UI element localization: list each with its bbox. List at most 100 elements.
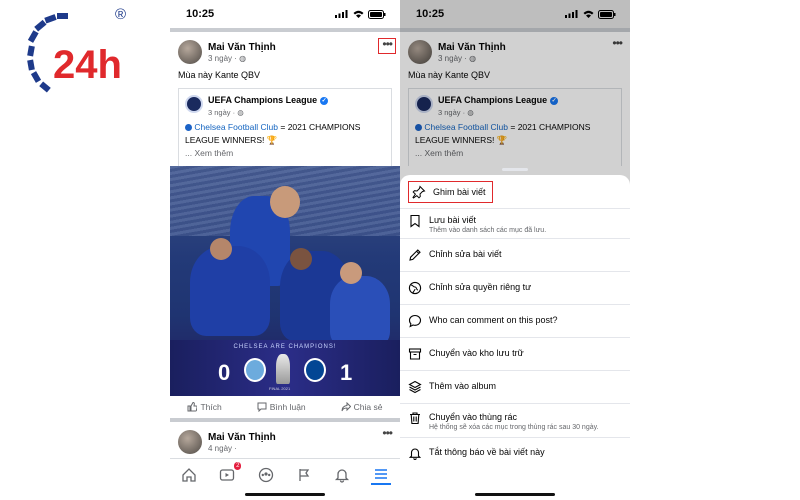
post-time: 3 ngày · [438,54,470,63]
pin-icon [412,185,426,199]
tab-home[interactable] [179,465,199,485]
brand-logo: 24h ® [18,6,128,98]
menu-item-who-can-comment[interactable]: Who can comment on this post? [400,305,630,338]
chelsea-crest-icon [304,358,326,382]
post-meta: 3 ngày · ◍ [438,54,506,64]
hamburger-menu-icon [374,469,387,479]
signal-icon [565,10,578,18]
shared-meta: 3 ngày · ◍ [208,108,385,117]
menu-item-edit-post[interactable]: Chỉnh sửa bài viết [400,239,630,272]
club-link[interactable]: Chelsea Football Club [194,122,278,132]
signal-icon [335,10,348,18]
post-author[interactable]: Mai Văn Thịnh [208,42,276,54]
globe-icon [408,281,422,295]
see-more-link: ... Xem thêm [415,148,464,158]
more-options-button[interactable]: ••• [378,38,396,54]
player-figure [330,276,390,346]
share-icon [341,402,351,412]
menu-item-edit-privacy[interactable]: Chỉnh sửa quyền riêng tư [400,272,630,305]
club-badge-icon [415,124,422,131]
home-indicator [245,493,325,496]
logo-text: 24h [53,43,122,87]
share-button[interactable]: Chia sẻ [341,402,383,412]
trash-icon [410,412,420,425]
share-label: Chia sẻ [353,402,383,412]
player-figure [190,246,270,336]
shared-body: Chelsea Football Club = 2021 CHAMPIONS L… [415,121,615,160]
menu-item-archive[interactable]: Chuyển vào kho lưu trữ [400,338,630,371]
score-left: 0 [218,360,231,385]
globe-icon: ◍ [469,54,477,63]
shared-page-name: UEFA Champions League [438,95,548,105]
album-icon [408,380,422,394]
trophy-caption: FINAL 2021 [269,386,291,391]
archive-icon [408,348,422,360]
player-head [270,186,300,218]
avatar[interactable] [178,430,202,454]
shared-meta: 3 ngày · ◍ [438,108,615,117]
trophy-icon [276,354,290,384]
ucl-avatar [415,95,433,113]
post-photo[interactable]: CHELSEA ARE CHAMPIONS! 0 FINAL 2021 1 [170,166,400,396]
wifi-icon [353,10,364,18]
next-post-author[interactable]: Mai Văn Thịnh [208,432,276,444]
post-header: Mai Văn Thịnh 3 ngày · ◍ ••• [170,32,400,64]
menu-item-description: Thêm vào danh sách các mục đã lưu. [429,227,547,234]
menu-item-label: Lưu bài viết [429,215,477,225]
bell-icon [408,448,422,460]
tab-watch[interactable]: 2 [217,462,242,485]
flag-icon [299,469,310,481]
logo-24h-icon: 24h [27,13,122,93]
battery-icon [598,9,616,19]
shared-time: 3 ngày · [438,108,468,117]
menu-item-add-to-album[interactable]: Thêm vào album [400,371,630,404]
menu-item-description: Hệ thống sẽ xóa các mục trong thùng rác … [429,424,599,431]
shared-post[interactable]: UEFA Champions League ✓ 3 ngày · ◍ Chelse… [178,88,392,166]
status-time: 10:25 [186,8,215,20]
home-icon [182,468,196,482]
more-options-button[interactable]: ••• [382,427,393,439]
pin-highlight: Ghim bài viết [408,181,493,203]
status-bar: 10:25 [400,0,630,28]
tab-groups[interactable] [256,465,276,485]
phone-menu-screen: 10:25 Mai Văn Thịnh 3 ngày · ◍ ••• Mùa n… [400,0,630,500]
like-button[interactable]: Thích [187,402,222,412]
sheet-grabber[interactable] [502,168,528,171]
comment-icon [408,314,422,328]
video-icon [220,469,235,481]
man-city-crest-icon [244,358,266,382]
post-time: 3 ngày · [208,54,240,63]
verified-icon: ✓ [320,96,329,105]
ucl-avatar[interactable] [185,95,203,113]
menu-item-label: Tắt thông báo về bài viết này [429,447,545,457]
tab-notifications[interactable] [332,465,352,485]
see-more-link[interactable]: ... Xem thêm [185,148,233,158]
menu-item-label: Chỉnh sửa bài viết [429,249,502,259]
menu-item-label: Chỉnh sửa quyền riêng tư [429,282,532,292]
menu-item-pin-post[interactable]: Ghim bài viết [400,175,630,209]
menu-item-turn-off-notifications[interactable]: Tắt thông báo về bài viết này [400,438,630,468]
battery-icon [368,9,386,19]
shared-page-name[interactable]: UEFA Champions League [208,95,317,106]
menu-item-label: Thêm vào album [429,381,497,391]
avatar [408,40,432,64]
more-options-button: ••• [612,36,623,50]
shared-body: Chelsea Football Club = 2021 CHAMPIONS L… [185,121,385,160]
player-head [210,238,232,260]
phone-feed-screen: 10:25 Mai Văn Thịnh 3 ngày · ◍ ••• Mùa n… [170,0,400,500]
player-head [290,248,312,270]
banner-text: CHELSEA ARE CHAMPIONS! [233,344,337,350]
menu-item-save-post[interactable]: Lưu bài viết Thêm vào danh sách các mục … [400,209,630,239]
post-text: Mùa này Kante QBV [408,70,491,80]
status-time: 10:25 [416,8,445,20]
post-actions: Thích Bình luận Chia sẻ [170,396,400,422]
globe-icon: ◍ [237,108,244,117]
tab-pages[interactable] [294,465,314,485]
tab-menu[interactable] [370,465,391,485]
groups-icon [258,467,273,483]
comment-button[interactable]: Bình luận [257,402,306,412]
avatar[interactable] [178,40,202,64]
bell-icon [335,469,350,483]
menu-item-move-to-trash[interactable]: Chuyển vào thùng rác Hệ thống sẽ xóa các… [400,404,630,438]
score-banner: CHELSEA ARE CHAMPIONS! 0 FINAL 2021 1 [170,340,400,396]
